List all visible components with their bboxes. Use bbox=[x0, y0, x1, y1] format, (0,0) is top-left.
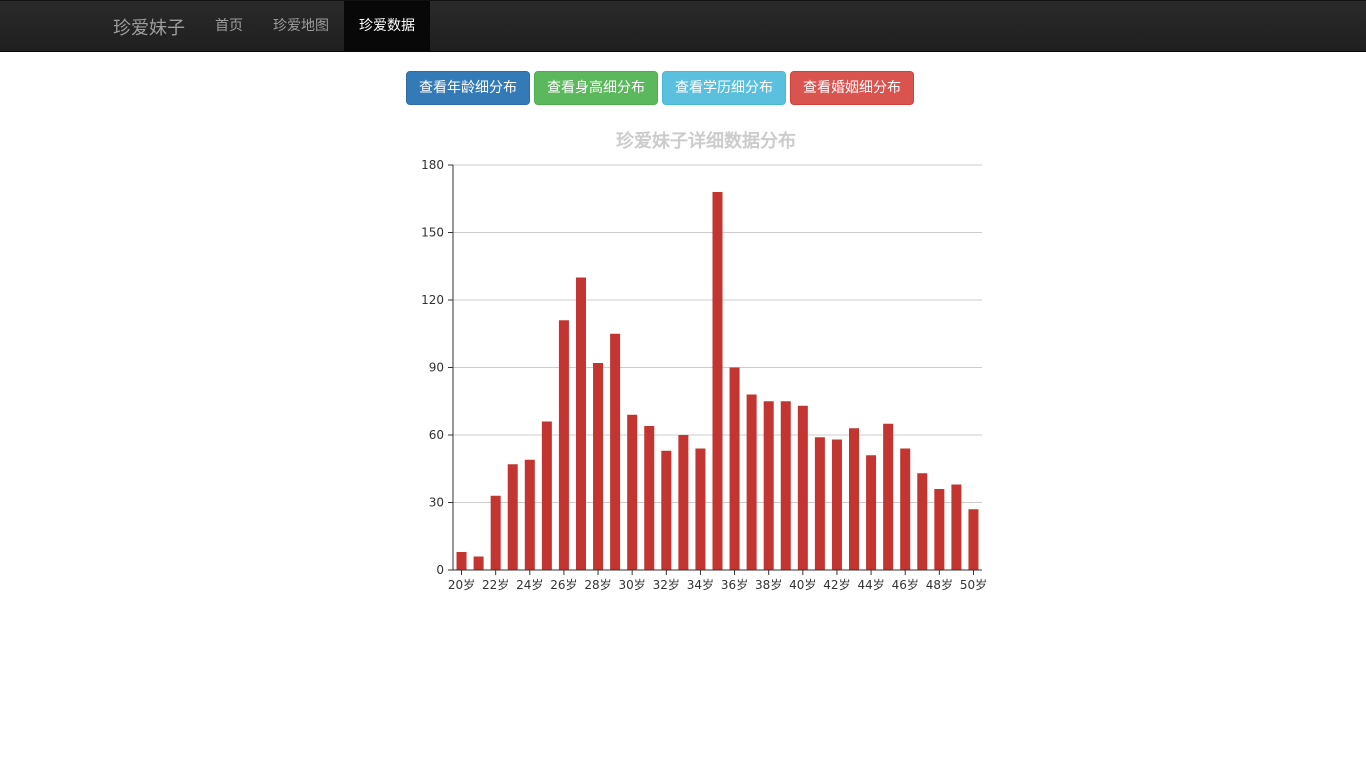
bar-36岁 bbox=[729, 367, 740, 570]
bar-34岁 bbox=[695, 448, 706, 570]
bar-41岁 bbox=[814, 437, 825, 570]
x-tick-label: 38岁 bbox=[755, 577, 782, 592]
x-tick-label: 32岁 bbox=[653, 577, 680, 592]
bar-35岁 bbox=[712, 192, 723, 570]
bar-20岁 bbox=[456, 552, 467, 570]
bar-45岁 bbox=[883, 423, 894, 570]
x-tick-label: 40岁 bbox=[789, 577, 816, 592]
bar-31岁 bbox=[644, 426, 655, 570]
bar-42岁 bbox=[831, 439, 842, 570]
x-tick-label: 30岁 bbox=[619, 577, 646, 592]
x-tick-label: 46岁 bbox=[892, 577, 919, 592]
bar-25岁 bbox=[541, 421, 552, 570]
x-tick-label: 48岁 bbox=[926, 577, 953, 592]
bar-49岁 bbox=[951, 484, 962, 570]
bar-48岁 bbox=[934, 489, 945, 570]
x-tick-label: 20岁 bbox=[448, 577, 475, 592]
x-tick-label: 42岁 bbox=[823, 577, 850, 592]
bar-26岁 bbox=[558, 320, 569, 570]
bar-44岁 bbox=[866, 455, 877, 570]
x-tick-label: 24岁 bbox=[516, 577, 543, 592]
bar-28岁 bbox=[593, 363, 604, 570]
bar-43岁 bbox=[849, 428, 860, 570]
bar-23岁 bbox=[507, 464, 518, 570]
x-tick-label: 50岁 bbox=[960, 577, 987, 592]
bar-22岁 bbox=[490, 495, 501, 570]
x-tick-label: 34岁 bbox=[687, 577, 714, 592]
bar-50岁 bbox=[968, 509, 979, 570]
x-tick-label: 44岁 bbox=[857, 577, 884, 592]
x-tick-label: 22岁 bbox=[482, 577, 509, 592]
bar-47岁 bbox=[917, 473, 928, 570]
bar-39岁 bbox=[780, 401, 791, 570]
y-tick-label: 150 bbox=[421, 226, 444, 240]
x-tick-label: 36岁 bbox=[721, 577, 748, 592]
bar-27岁 bbox=[575, 277, 586, 570]
bar-33岁 bbox=[678, 435, 689, 570]
bar-40岁 bbox=[797, 405, 808, 570]
bar-29岁 bbox=[610, 333, 621, 570]
y-tick-label: 120 bbox=[421, 293, 444, 307]
bar-38岁 bbox=[763, 401, 774, 570]
y-tick-label: 60 bbox=[429, 428, 444, 442]
y-tick-label: 180 bbox=[421, 158, 444, 172]
bar-37岁 bbox=[746, 394, 757, 570]
y-tick-label: 30 bbox=[429, 496, 444, 510]
bar-30岁 bbox=[627, 414, 638, 570]
x-tick-label: 26岁 bbox=[550, 577, 577, 592]
age-distribution-chart: 0 30 60 90 120 150 180 20岁 22岁 24岁 26岁 28岁 30岁 32岁 34岁… bbox=[421, 158, 987, 592]
bar-21岁 bbox=[473, 556, 484, 570]
y-tick-label: 90 bbox=[429, 361, 444, 375]
bar-24岁 bbox=[524, 459, 535, 570]
y-tick-label: 0 bbox=[436, 563, 444, 577]
bar-46岁 bbox=[900, 448, 911, 570]
bar-32岁 bbox=[661, 450, 672, 570]
x-tick-label: 28岁 bbox=[584, 577, 611, 592]
